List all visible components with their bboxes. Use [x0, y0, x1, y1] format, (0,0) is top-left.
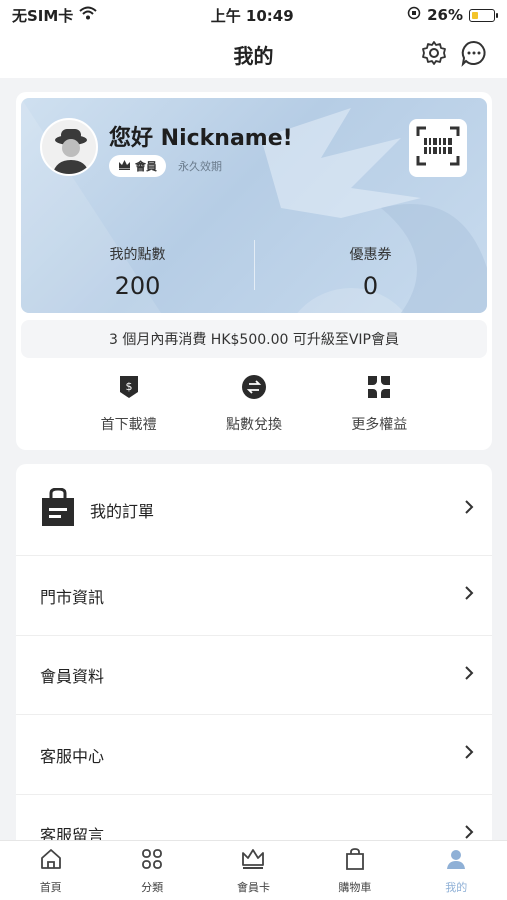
- menu-item-label: 我的訂單: [90, 501, 155, 521]
- points-label: 我的點數: [109, 247, 166, 263]
- grid-icon: [366, 374, 392, 404]
- carrier-label: 无SIM卡: [12, 6, 74, 25]
- chevron-right-icon: [464, 499, 474, 520]
- upgrade-notice: 3 個月內再消費 HK$500.00 可升級至VIP會員: [21, 320, 487, 358]
- coupons-value: 0: [362, 272, 379, 300]
- chevron-right-icon: [464, 585, 474, 606]
- menu-list: 我的訂單 門市資訊 會員資料 客服中心 客服留言: [16, 464, 492, 854]
- menu-item-label: 客服中心: [40, 746, 105, 766]
- menu-item-customer-service[interactable]: 客服中心: [16, 715, 492, 795]
- tab-label: 我的: [445, 880, 468, 894]
- home-icon: [39, 847, 63, 875]
- svg-text:$: $: [125, 380, 132, 393]
- points-value: 200: [114, 272, 161, 300]
- benefit-label: 更多權益: [351, 417, 408, 433]
- avatar[interactable]: [40, 118, 98, 176]
- benefit-label: 點數兌換: [225, 417, 282, 433]
- profile-icon: [444, 847, 468, 875]
- member-card[interactable]: 您好 Nickname! 會員 永久效期 我的點數 200 優惠券 0: [21, 98, 487, 313]
- tab-member-card[interactable]: 會員卡: [213, 847, 293, 895]
- coupons-stat[interactable]: 優惠券 0: [254, 244, 487, 300]
- menu-item-label: 會員資料: [40, 667, 105, 686]
- tab-profile[interactable]: 我的: [416, 847, 496, 895]
- benefits-row: $ 首下載禮 點數兌換 更多權益: [16, 374, 492, 434]
- chevron-right-icon: [464, 665, 474, 686]
- crown-icon: [240, 847, 266, 875]
- clock: 上午 10:49: [210, 6, 294, 25]
- tab-cart[interactable]: 購物車: [315, 847, 395, 895]
- settings-gear-icon[interactable]: [419, 38, 449, 68]
- shopping-bag-icon: [40, 486, 76, 532]
- exchange-icon: [241, 374, 267, 404]
- points-stat[interactable]: 我的點數 200: [21, 244, 254, 300]
- benefit-label: 首下載禮: [100, 417, 157, 433]
- tab-label: 會員卡: [236, 880, 270, 894]
- barcode-scan-icon: [416, 126, 460, 170]
- page-title: 我的: [233, 43, 274, 68]
- member-tier-badge: 會員: [109, 155, 166, 177]
- tab-label: 首頁: [39, 880, 62, 894]
- greeting-text: 您好 Nickname!: [109, 126, 293, 151]
- orientation-lock-icon: [407, 6, 421, 24]
- chat-bubble-icon[interactable]: [459, 38, 489, 68]
- benefit-download-gift[interactable]: $ 首下載禮: [79, 374, 179, 434]
- menu-item-member-info[interactable]: 會員資料: [16, 636, 492, 715]
- chevron-right-icon: [464, 744, 474, 765]
- bag-icon: [343, 847, 367, 875]
- benefit-points-exchange[interactable]: 點數兌換: [204, 374, 304, 434]
- nav-bar: 我的: [0, 30, 507, 78]
- battery-icon: [468, 8, 498, 22]
- menu-item-store-info[interactable]: 門市資訊: [16, 556, 492, 636]
- dollar-shield-icon: $: [117, 374, 141, 404]
- member-code-button[interactable]: [409, 119, 467, 177]
- my-orders-row[interactable]: 我的訂單: [16, 464, 492, 556]
- crown-icon: [118, 159, 131, 173]
- tab-label: 分類: [141, 880, 164, 894]
- member-tier-label: 會員: [135, 160, 157, 173]
- validity-text: 永久效期: [178, 160, 222, 173]
- wifi-icon: [79, 6, 97, 24]
- coupons-label: 優惠券: [349, 247, 392, 263]
- bottom-tab-bar: 首頁 分類 會員卡 購物車 我的: [0, 840, 507, 900]
- menu-item-label: 門市資訊: [40, 587, 105, 607]
- member-card-section: 您好 Nickname! 會員 永久效期 我的點數 200 優惠券 0 3 個月…: [16, 92, 492, 450]
- status-bar: 无SIM卡 上午 10:49 26%: [0, 0, 507, 30]
- category-icon: [140, 847, 164, 875]
- tab-category[interactable]: 分類: [112, 847, 192, 895]
- battery-percent: 26%: [427, 6, 463, 24]
- tab-label: 購物車: [338, 880, 372, 894]
- tab-home[interactable]: 首頁: [11, 847, 91, 895]
- benefit-more[interactable]: 更多權益: [329, 374, 429, 434]
